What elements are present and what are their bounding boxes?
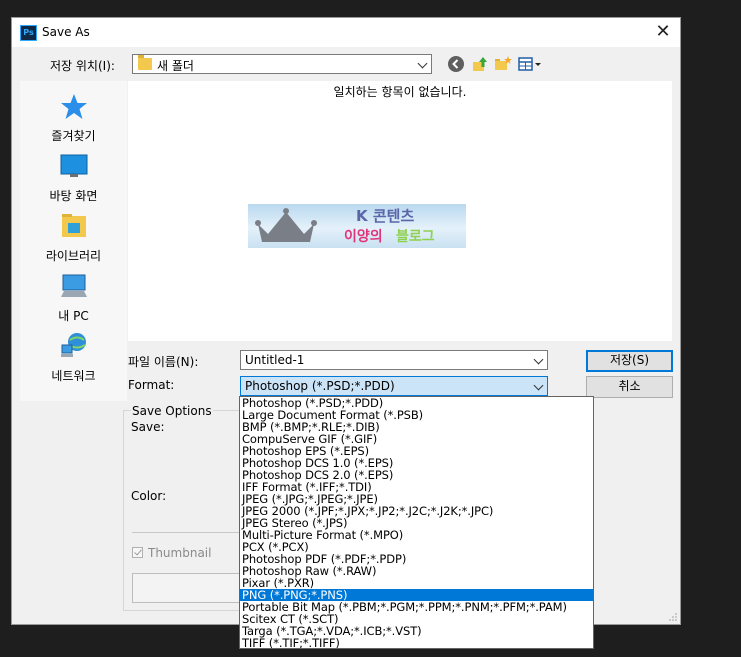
place-favorites[interactable]: 즐겨찾기 (20, 89, 127, 147)
watermark-line1: K 콘텐츠 (356, 207, 415, 225)
place-label: 내 PC (58, 309, 89, 323)
location-combo[interactable]: 새 폴더 (132, 54, 432, 74)
options-divider (132, 532, 242, 533)
place-libraries[interactable]: 라이브러리 (20, 209, 127, 267)
place-network[interactable]: 네트워크 (20, 329, 127, 387)
new-folder-icon (495, 56, 512, 70)
empty-list-message: 일치하는 항목이 없습니다. (333, 85, 467, 99)
library-icon (61, 214, 86, 237)
up-folder-button[interactable] (471, 55, 491, 75)
format-label: Format: (128, 378, 175, 392)
network-icon (60, 333, 86, 357)
filename-field[interactable]: Untitled-1 (240, 350, 548, 370)
cancel-button[interactable]: 취소 (586, 376, 673, 398)
format-select[interactable]: Photoshop (*.PSD;*.PDD) (240, 376, 548, 396)
thumbnail-label: Thumbnail (148, 546, 212, 560)
place-label: 바탕 화면 (49, 189, 98, 203)
color-label: Color: (131, 489, 167, 503)
place-label: 즐겨찾기 (51, 129, 96, 143)
place-label: 네트워크 (51, 369, 96, 383)
view-menu-button[interactable] (518, 55, 546, 75)
filename-value: Untitled-1 (245, 353, 305, 367)
blog-watermark: K 콘텐츠 이양의 블로그 (248, 204, 466, 248)
new-folder-button[interactable] (494, 55, 514, 75)
save-label: Save: (131, 420, 165, 434)
format-dropdown-list[interactable]: Photoshop (*.PSD;*.PDD) Large Document F… (239, 396, 594, 649)
location-label: 저장 위치(I): (50, 59, 115, 73)
title-bar: Ps Save As ✕ (12, 18, 680, 47)
format-option[interactable]: TIFF (*.TIF;*.TIFF) (240, 637, 593, 648)
format-value: Photoshop (*.PSD;*.PDD) (245, 379, 395, 393)
folder-icon (138, 55, 152, 70)
window-title: Save As (42, 25, 90, 39)
chevron-down-icon (533, 354, 544, 365)
photoshop-icon: Ps (20, 25, 37, 41)
up-folder-icon (473, 57, 487, 71)
pc-icon (60, 274, 87, 297)
save-options-legend: Save Options (131, 404, 213, 418)
filename-label: 파일 이름(N): (128, 355, 199, 369)
place-label: 라이브러리 (45, 249, 102, 263)
thumbnail-checkbox[interactable] (132, 547, 143, 558)
watermark-line2a: 이양의 (344, 229, 383, 245)
resize-grip-icon[interactable] (669, 613, 677, 621)
crown-icon (255, 208, 317, 242)
close-button[interactable]: ✕ (652, 21, 674, 43)
place-desktop[interactable]: 바탕 화면 (20, 149, 127, 207)
close-icon: ✕ (655, 21, 671, 42)
chevron-down-icon (417, 58, 428, 69)
chevron-down-icon (533, 380, 544, 391)
desktop-icon (60, 154, 87, 177)
warning-box (132, 573, 244, 603)
view-menu-icon (518, 57, 541, 71)
save-button[interactable]: 저장(S) (586, 350, 673, 372)
places-bar: 즐겨찾기 바탕 화면 라이브러리 내 PC 네트워크 (20, 81, 127, 401)
back-arrow-icon (448, 56, 464, 72)
star-icon (60, 94, 87, 119)
place-this-pc[interactable]: 내 PC (20, 269, 127, 327)
watermark-line2b: 블로그 (396, 229, 435, 245)
back-button[interactable] (447, 55, 467, 75)
location-value: 새 폴더 (157, 59, 194, 73)
file-list[interactable]: 일치하는 항목이 없습니다. K 콘텐츠 이양의 블로그 (128, 81, 672, 341)
